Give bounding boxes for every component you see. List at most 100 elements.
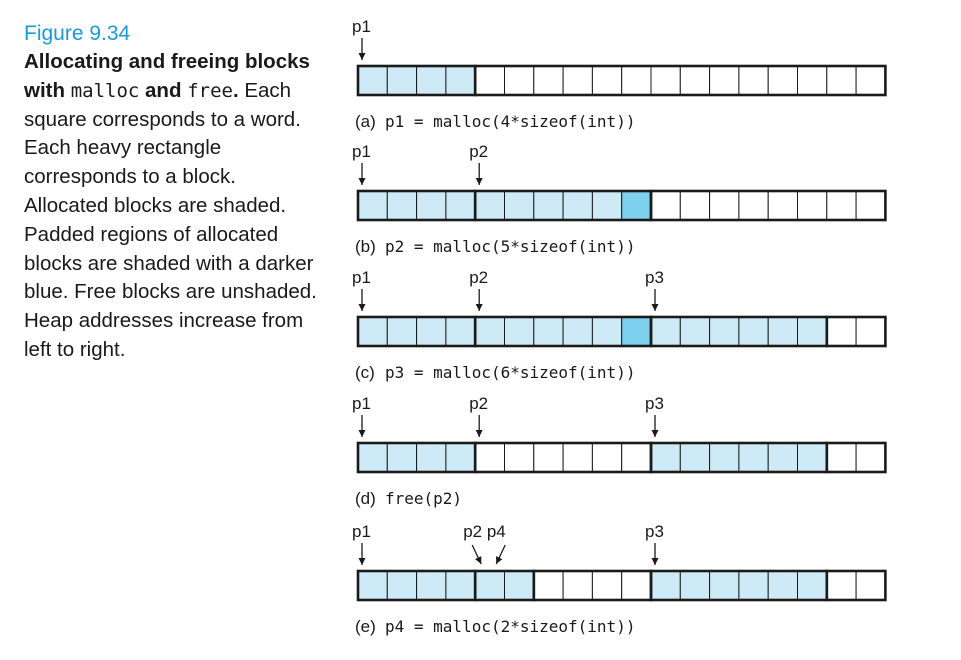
row-b-word — [679, 190, 711, 221]
row-d-word — [445, 442, 476, 473]
row-c-word — [474, 316, 506, 347]
row-d-word — [650, 442, 681, 473]
row-d-label: (d) — [355, 489, 376, 508]
row-b-pointer-label-p2: p2 — [469, 142, 488, 161]
row-a-word — [591, 65, 623, 96]
row-c-word — [709, 316, 740, 347]
row-a-word — [533, 65, 564, 96]
row-e-pointer-label-p3: p3 — [645, 522, 664, 541]
row-a-word — [386, 65, 418, 96]
row-e-label: (e) — [355, 617, 376, 636]
row-c-word — [357, 316, 388, 347]
row-d-word — [474, 442, 506, 473]
row-a-word — [445, 65, 476, 96]
row-a-word — [621, 65, 652, 96]
row-d-pointer-arrow-p2-head — [475, 430, 483, 437]
row-d-word — [591, 442, 623, 473]
row-c-word — [621, 316, 652, 347]
row-c-pointer-arrow-p1-head — [358, 304, 366, 311]
row-c-word — [445, 316, 476, 347]
row-d-word — [826, 442, 857, 473]
row-a-word — [767, 65, 799, 96]
row-d-word — [357, 442, 388, 473]
row-c-word — [386, 316, 418, 347]
row-d-pointer-arrow-p3-head — [651, 430, 659, 437]
row-c-pointer-label-p1: p1 — [352, 268, 371, 287]
row-e-word — [797, 570, 828, 601]
row-a-word — [562, 65, 593, 96]
row-b-label: (b) — [355, 237, 376, 256]
row-e-word — [591, 570, 623, 601]
row-b-word — [621, 190, 652, 221]
row-c-word — [767, 316, 799, 347]
row-d-pointer-label-p1: p1 — [352, 394, 371, 413]
row-d-word — [679, 442, 711, 473]
row-c-word — [416, 316, 447, 347]
row-d-pointer-label-p3: p3 — [645, 394, 664, 413]
row-a-word — [826, 65, 857, 96]
row-e-word — [767, 570, 799, 601]
row-d-word — [709, 442, 740, 473]
row-d-word — [416, 442, 447, 473]
row-e-word — [650, 570, 681, 601]
row-e-word — [826, 570, 857, 601]
row-e-word — [738, 570, 769, 601]
row-a-word — [416, 65, 447, 96]
row-c-pointer-arrow-p2-head — [475, 304, 483, 311]
heap-allocation-diagram: p1 (a) p1 = malloc(4*sizeof(int)) p1 p2 (b) p2… — [352, 17, 887, 636]
row-e-word — [855, 570, 886, 601]
row-b-code: p2 = malloc(5*sizeof(int)) — [385, 237, 635, 256]
row-c-word — [797, 316, 828, 347]
row-a-word — [474, 65, 506, 96]
row-b-word — [445, 190, 476, 221]
row-c-pointer-label-p2: p2 — [469, 268, 488, 287]
row-d-word — [504, 442, 535, 473]
row-c-word — [738, 316, 769, 347]
row-b-word — [709, 190, 740, 221]
row-b-word — [767, 190, 799, 221]
row-c-word — [562, 316, 593, 347]
row-b-pointer-label-p1: p1 — [352, 142, 371, 161]
row-e-word — [504, 570, 535, 601]
row-c-word — [650, 316, 681, 347]
row-c-word — [855, 316, 886, 347]
row-e-pointer-arrow-p3-head — [651, 558, 659, 565]
row-e-word — [445, 570, 476, 601]
row-e-code: p4 = malloc(2*sizeof(int)) — [385, 617, 635, 636]
row-a-word — [738, 65, 769, 96]
row-b-word — [591, 190, 623, 221]
row-d-pointer-arrow-p1-head — [358, 430, 366, 437]
row-c-word — [679, 316, 711, 347]
row-c-pointer-arrow-p3-head — [651, 304, 659, 311]
row-e-pointer-label-p2-p4: p2 p4 — [463, 522, 506, 541]
row-a-label: (a) — [355, 112, 376, 131]
row-b-word — [416, 190, 447, 221]
row-e-word — [474, 570, 506, 601]
row-b-word — [562, 190, 593, 221]
row-e-word — [416, 570, 447, 601]
row-c-word — [504, 316, 535, 347]
row-b-word — [357, 190, 388, 221]
row-a-word — [797, 65, 828, 96]
row-b-word — [855, 190, 886, 221]
row-a-word — [855, 65, 886, 96]
row-d-word — [767, 442, 799, 473]
row-e-word — [386, 570, 418, 601]
row-d-word — [562, 442, 593, 473]
row-c-word — [826, 316, 857, 347]
row-d-code: free(p2) — [385, 489, 462, 508]
row-c-word — [533, 316, 564, 347]
row-c-pointer-label-p3: p3 — [645, 268, 664, 287]
row-c-label: (c) — [355, 363, 375, 382]
row-a-word — [709, 65, 740, 96]
row-e-word — [357, 570, 388, 601]
row-a-pointer-arrow-p1-head — [358, 53, 366, 60]
row-e-word — [621, 570, 652, 601]
row-d-word — [738, 442, 769, 473]
row-b-pointer-arrow-p1-head — [358, 178, 366, 185]
row-e-word — [709, 570, 740, 601]
row-d-word — [621, 442, 652, 473]
row-a-word — [679, 65, 711, 96]
row-e-word — [679, 570, 711, 601]
row-a-word — [357, 65, 388, 96]
